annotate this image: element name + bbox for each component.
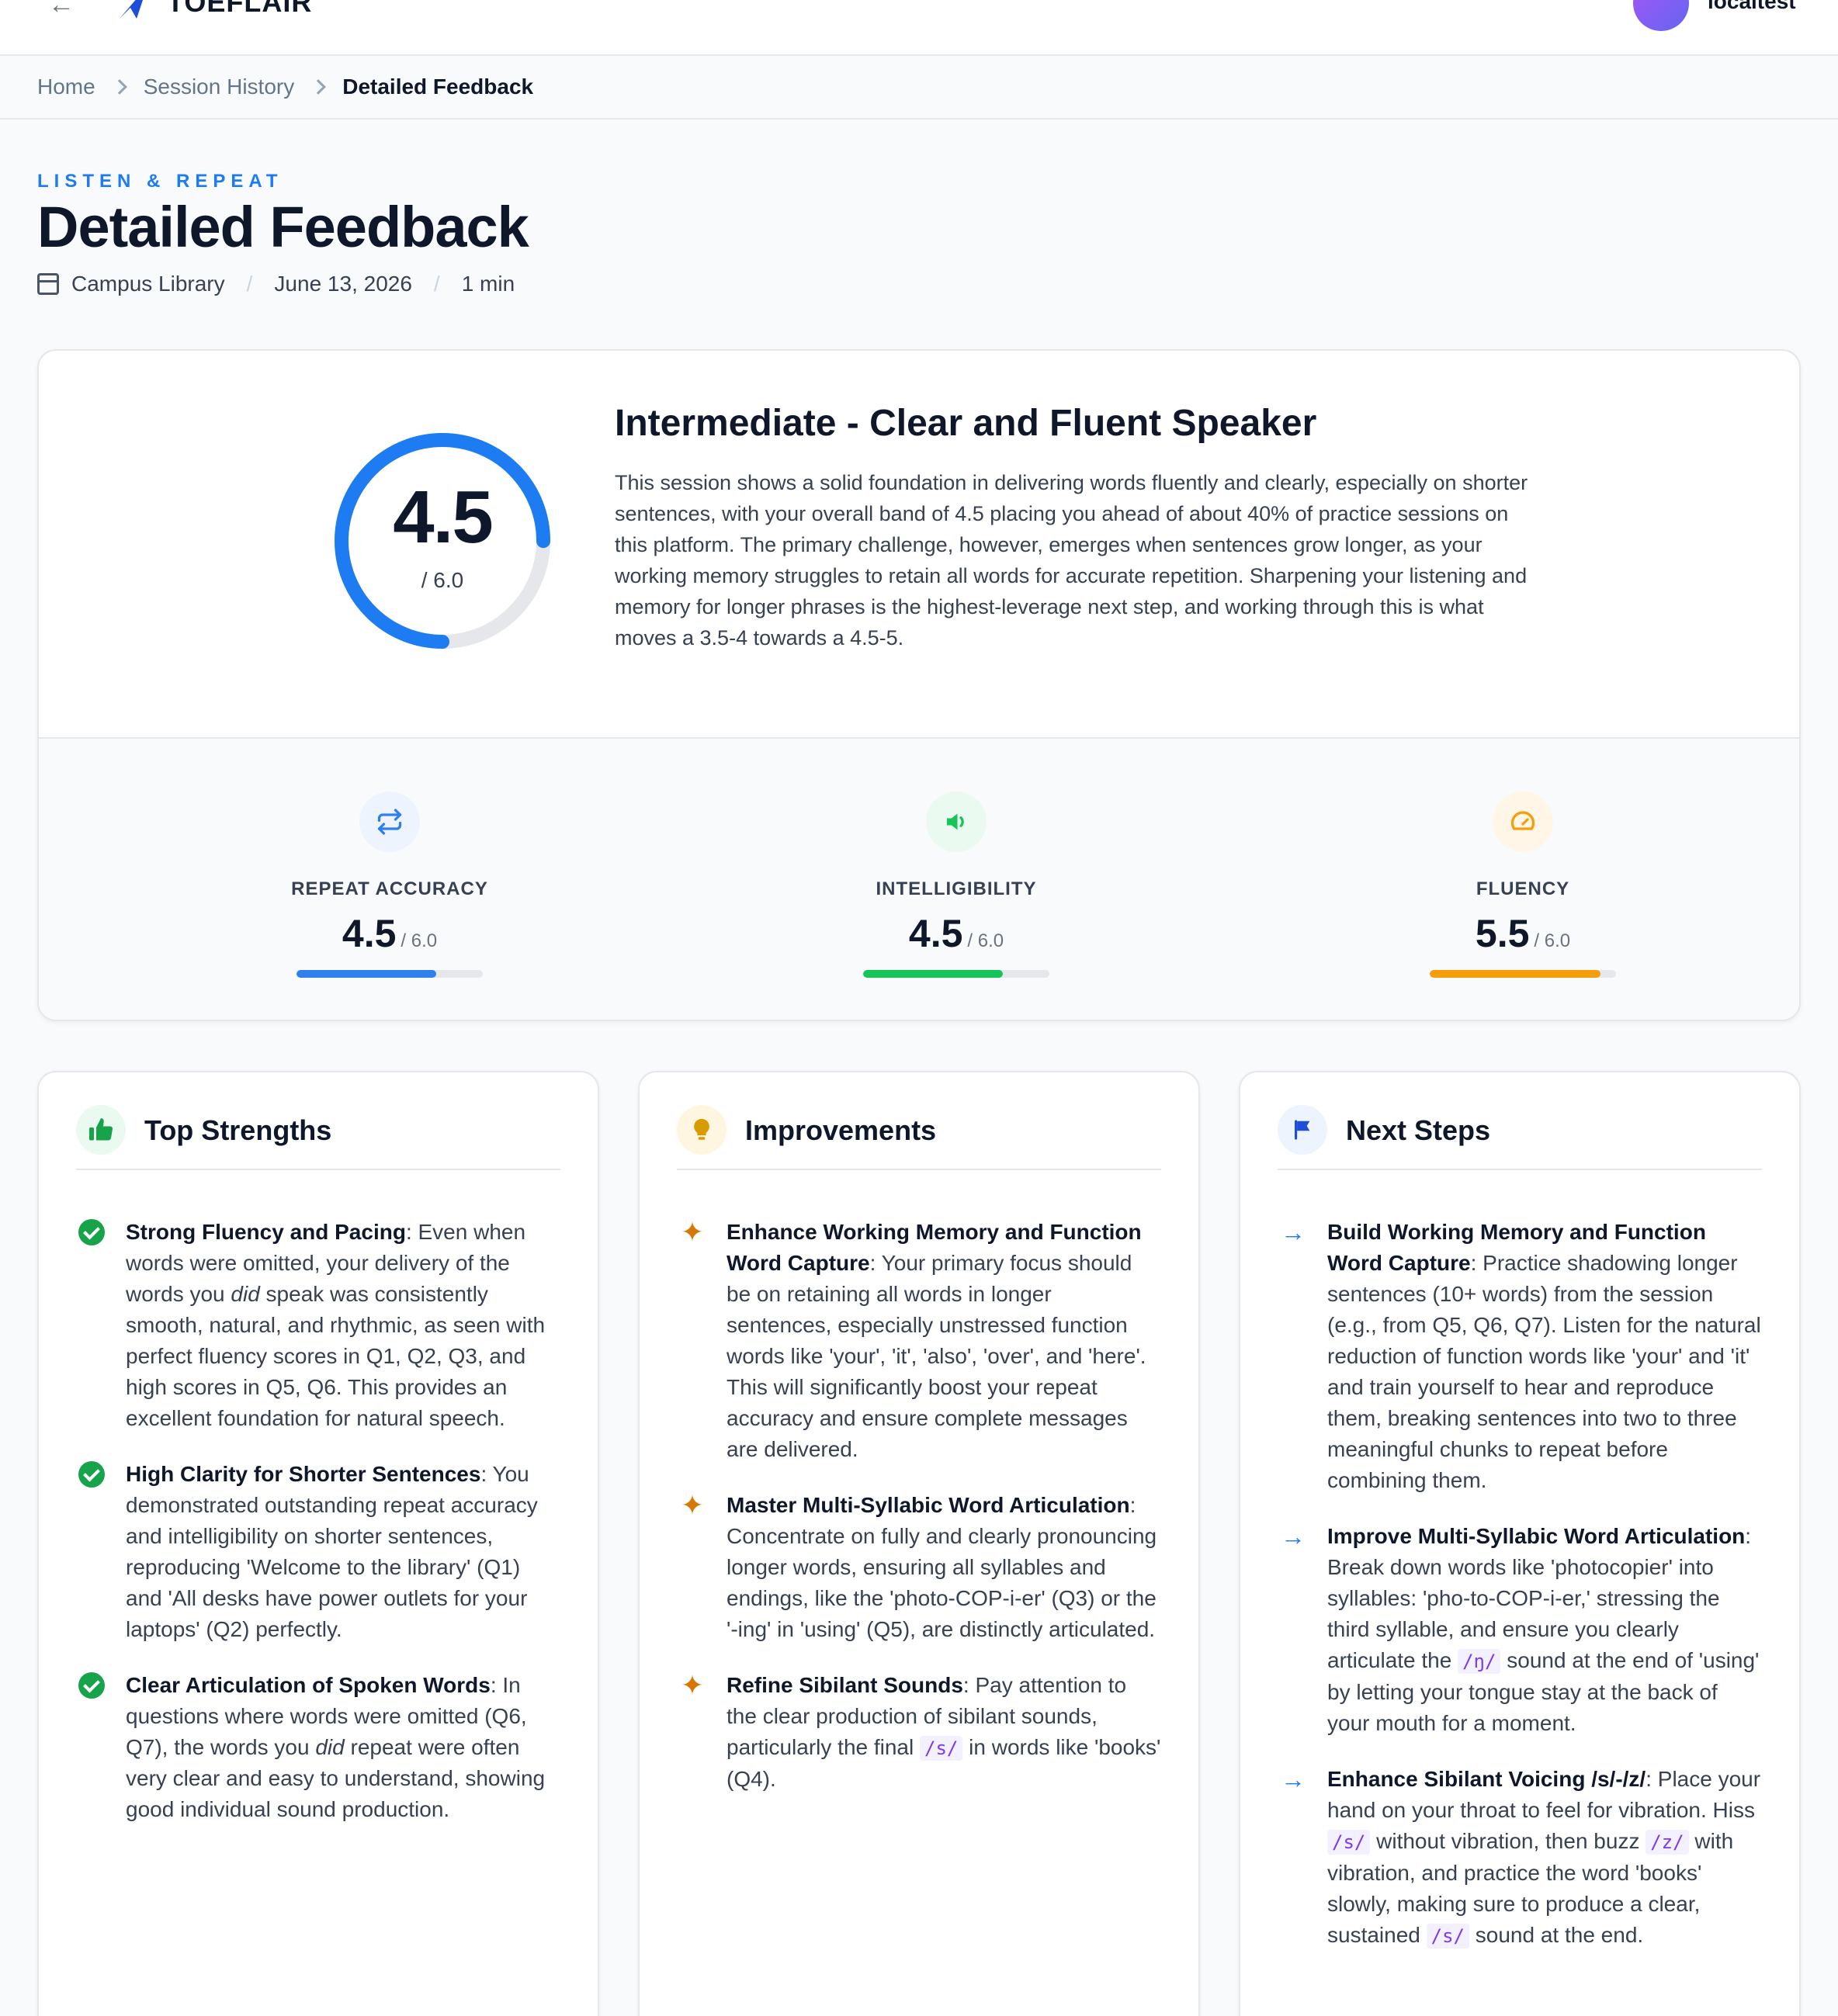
card-title: Next Steps: [1346, 1114, 1491, 1146]
next-steps-list: → Build Working Memory and Function Word…: [1278, 1217, 1762, 1976]
card-title: Improvements: [745, 1114, 937, 1146]
metric-label: FLUENCY: [1476, 878, 1570, 899]
metric-score: 4.5/ 6.0: [908, 912, 1004, 955]
session-meta: Campus Library / June 13, 2026 / 1 min: [37, 272, 515, 296]
metric-progress-fill: [1430, 970, 1600, 978]
speedometer-icon: [1493, 792, 1553, 852]
session-duration: 1 min: [461, 272, 515, 296]
metric-label: INTELLIGIBILITY: [876, 878, 1037, 899]
sparkle-icon: ✦: [680, 1669, 705, 1701]
meta-separator: /: [246, 272, 253, 296]
repeat-icon: [359, 792, 420, 852]
overall-score: 4.5: [393, 476, 493, 559]
metrics-row: REPEAT ACCURACY 4.5/ 6.0 INTELLIGIBILITY…: [39, 737, 1799, 1020]
session-location: Campus Library: [71, 272, 225, 296]
chevron-right-icon: [310, 79, 327, 95]
back-arrow-icon[interactable]: ←: [48, 0, 79, 20]
summary-text: This session shows a solid foundation in…: [615, 471, 1528, 649]
app-logo-text: TOEFLAIR: [167, 0, 313, 18]
session-date: June 13, 2026: [274, 272, 412, 296]
metric-progress-bar: [1430, 970, 1616, 978]
metric-progress-fill: [863, 970, 1003, 978]
list-item: → Enhance Sibilant Voicing /s/-/z/: Plac…: [1278, 1764, 1762, 1952]
arrow-right-icon: →: [1281, 1218, 1306, 1246]
card-header: Improvements: [677, 1105, 1161, 1170]
flag-icon: [1278, 1105, 1327, 1155]
list-item: Strong Fluency and Pacing: Even when wor…: [76, 1217, 560, 1434]
sparkle-icon: ✦: [680, 1216, 705, 1248]
page-title: Detailed Feedback: [37, 195, 529, 259]
lightbulb-icon: [677, 1105, 727, 1155]
list-item: Clear Articulation of Spoken Words: In q…: [76, 1670, 560, 1825]
chevron-right-icon: [111, 79, 127, 95]
breadcrumb-session-history[interactable]: Session History: [144, 74, 295, 99]
metric-intelligibility: INTELLIGIBILITY 4.5/ 6.0: [801, 792, 1111, 978]
list-item: ✦ Refine Sibilant Sounds: Pay attention …: [677, 1670, 1161, 1795]
sparkle-icon: ✦: [680, 1489, 705, 1521]
volume-icon: [926, 792, 987, 852]
metric-progress-bar: [297, 970, 483, 978]
next-steps-card: Next Steps → Build Working Memory and Fu…: [1239, 1071, 1801, 2016]
card-header: Top Strengths: [76, 1105, 560, 1170]
metric-repeat-accuracy: REPEAT ACCURACY 4.5/ 6.0: [234, 792, 545, 978]
list-item: High Clarity for Shorter Sentences: You …: [76, 1459, 560, 1645]
list-item: → Improve Multi-Syllabic Word Articulati…: [1278, 1521, 1762, 1739]
metric-fluency: FLUENCY 5.5/ 6.0: [1368, 792, 1678, 978]
arrow-right-icon: →: [1281, 1765, 1306, 1793]
arrow-right-icon: →: [1281, 1522, 1306, 1550]
card-header: Next Steps: [1278, 1105, 1762, 1170]
level-title: Intermediate - Clear and Fluent Speaker: [615, 403, 1317, 444]
summary-overview: 4.5 / 6.0 Intermediate - Clear and Fluen…: [39, 351, 1799, 737]
metric-label: REPEAT ACCURACY: [291, 878, 488, 899]
list-item: ✦ Enhance Working Memory and Function Wo…: [677, 1217, 1161, 1465]
breadcrumb-bar: Home Session History Detailed Feedback: [0, 56, 1838, 120]
username[interactable]: localtest: [1708, 0, 1796, 14]
calendar-icon: [37, 273, 59, 295]
metric-progress-fill: [297, 970, 436, 978]
improvements-card: Improvements ✦ Enhance Working Memory an…: [638, 1071, 1200, 2016]
thumbs-up-icon: [76, 1105, 126, 1155]
check-circle-icon: [76, 1459, 107, 1490]
list-item: ✦ Master Multi-Syllabic Word Articulatio…: [677, 1490, 1161, 1645]
summary-card: 4.5 / 6.0 Intermediate - Clear and Fluen…: [37, 349, 1801, 1021]
avatar[interactable]: [1633, 0, 1689, 31]
logo-icon: [120, 0, 143, 19]
section-eyebrow: LISTEN & REPEAT: [37, 171, 283, 192]
check-circle-icon: [76, 1670, 107, 1701]
overall-score-max: / 6.0: [421, 568, 464, 592]
improvements-list: ✦ Enhance Working Memory and Function Wo…: [677, 1217, 1161, 1820]
breadcrumb-home[interactable]: Home: [37, 74, 95, 99]
check-circle-icon: [76, 1217, 107, 1248]
meta-separator: /: [433, 272, 440, 296]
strengths-list: Strong Fluency and Pacing: Even when wor…: [76, 1217, 560, 1850]
breadcrumb: Home Session History Detailed Feedback: [37, 74, 533, 99]
metric-score: 4.5/ 6.0: [342, 912, 438, 955]
card-title: Top Strengths: [144, 1114, 332, 1146]
metric-score: 5.5/ 6.0: [1475, 912, 1571, 955]
breadcrumb-current: Detailed Feedback: [342, 74, 534, 99]
top-bar: ← TOEFLAIR localtest: [0, 0, 1838, 56]
list-item: → Build Working Memory and Function Word…: [1278, 1217, 1762, 1496]
overall-score-ring: 4.5 / 6.0: [330, 428, 555, 653]
strengths-card: Top Strengths Strong Fluency and Pacing:…: [37, 1071, 599, 2016]
metric-progress-bar: [863, 970, 1049, 978]
